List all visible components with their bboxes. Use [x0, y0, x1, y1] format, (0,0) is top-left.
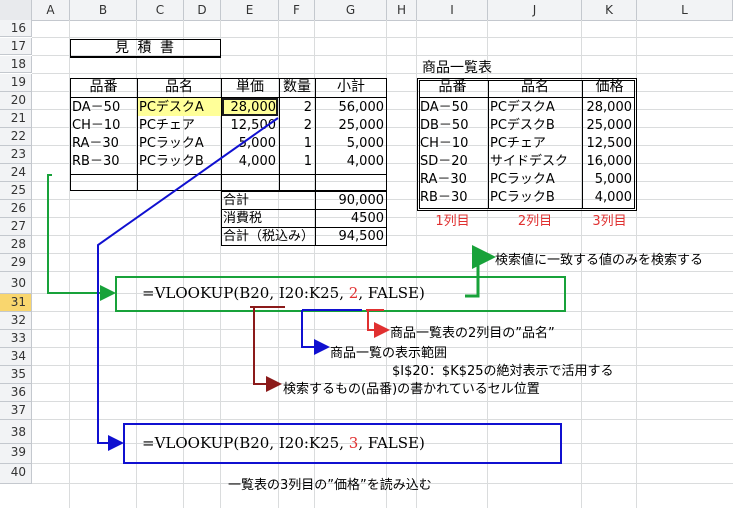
arrow-green-false: [465, 245, 496, 298]
arrow-darkred-key-pointer: [253, 307, 282, 392]
arrow-red-col-pointer: [367, 310, 390, 338]
annotation-arrows: [47, 117, 496, 451]
arrow-blue-range-pointer: [301, 310, 330, 355]
spreadsheet[interactable]: A B C D E F G H I J K L 16 17 18 19 20 2…: [0, 0, 733, 508]
arrow-green-left: [47, 174, 116, 301]
arrow-blue-left: [97, 117, 279, 451]
